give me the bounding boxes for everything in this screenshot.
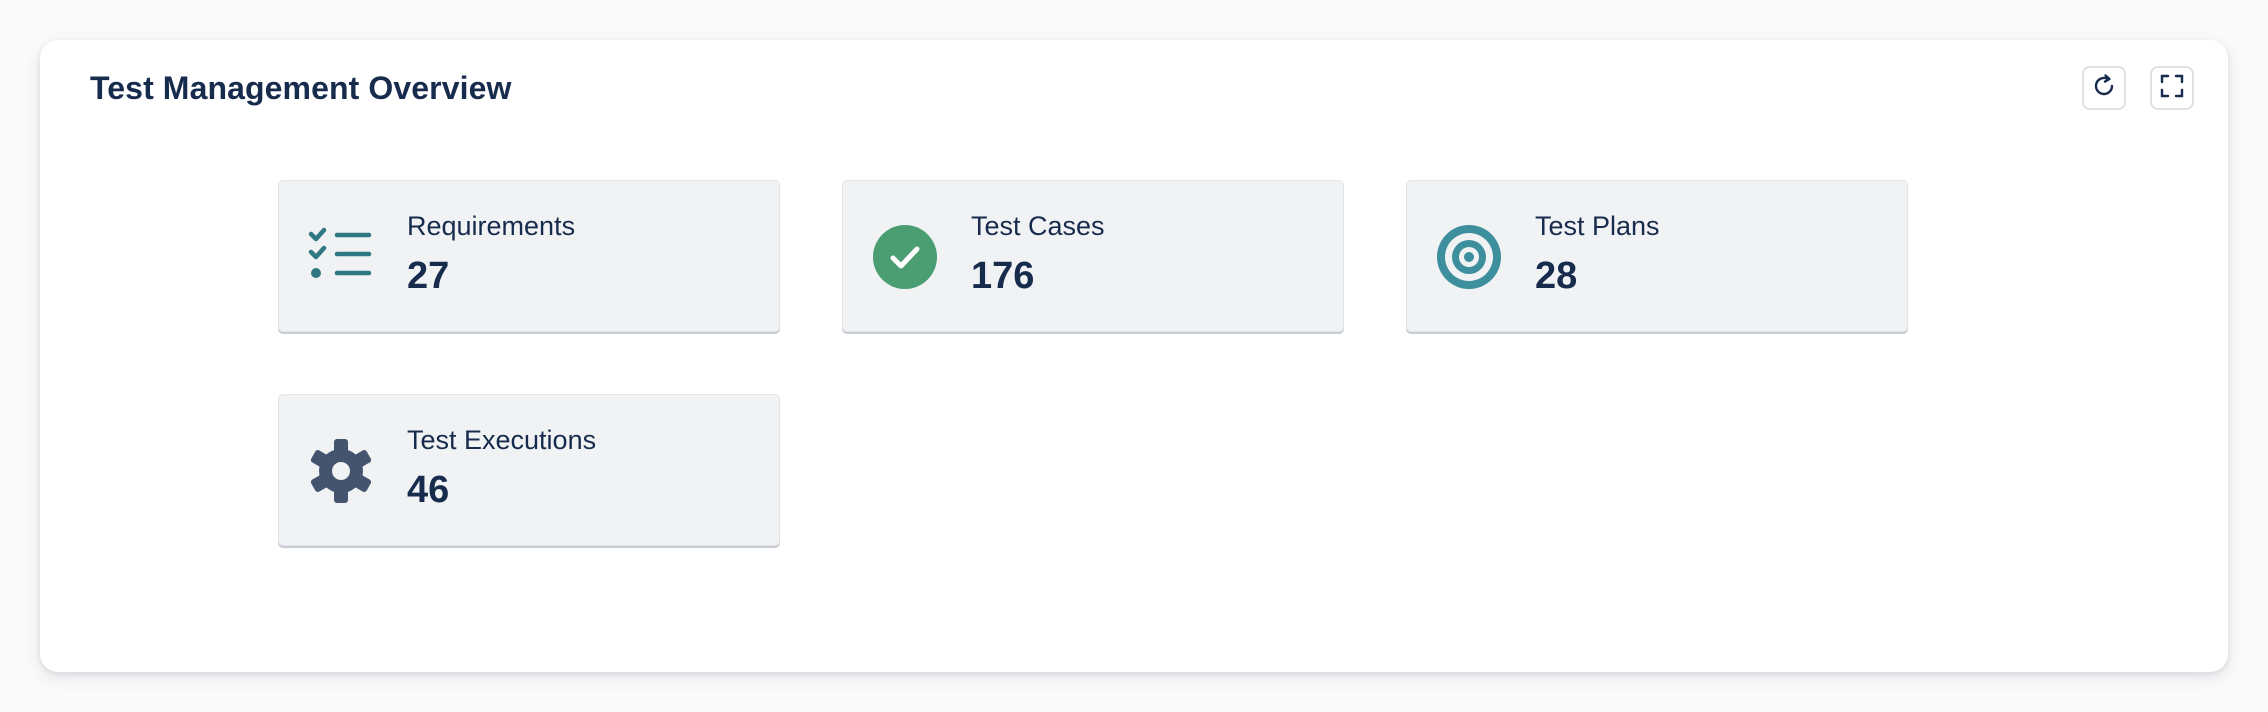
test-management-overview-panel: Test Management Overview <box>40 40 2228 672</box>
fullscreen-icon <box>2159 73 2185 104</box>
test-plans-label: Test Plans <box>1535 211 1660 241</box>
requirements-label: Requirements <box>407 211 576 241</box>
gear-icon <box>307 437 375 505</box>
fullscreen-button[interactable] <box>2150 66 2194 110</box>
refresh-button[interactable] <box>2082 66 2126 110</box>
test-executions-card[interactable]: Test Executions 46 <box>278 394 780 546</box>
test-executions-count: 46 <box>407 469 450 511</box>
test-plans-count: 28 <box>1535 255 1578 297</box>
panel-title: Test Management Overview <box>90 70 512 106</box>
test-cases-count: 176 <box>971 255 1035 297</box>
test-cases-card[interactable]: Test Cases 176 <box>842 180 1344 332</box>
test-cases-label: Test Cases <box>971 211 1105 241</box>
test-executions-label: Test Executions <box>407 425 597 455</box>
check-circle-icon <box>871 223 939 291</box>
test-plans-card[interactable]: Test Plans 28 <box>1406 180 1908 332</box>
target-icon <box>1435 223 1503 291</box>
requirements-count: 27 <box>407 255 450 297</box>
requirements-card[interactable]: Requirements 27 <box>278 180 780 332</box>
checklist-icon <box>307 223 375 291</box>
refresh-icon <box>2091 73 2117 104</box>
